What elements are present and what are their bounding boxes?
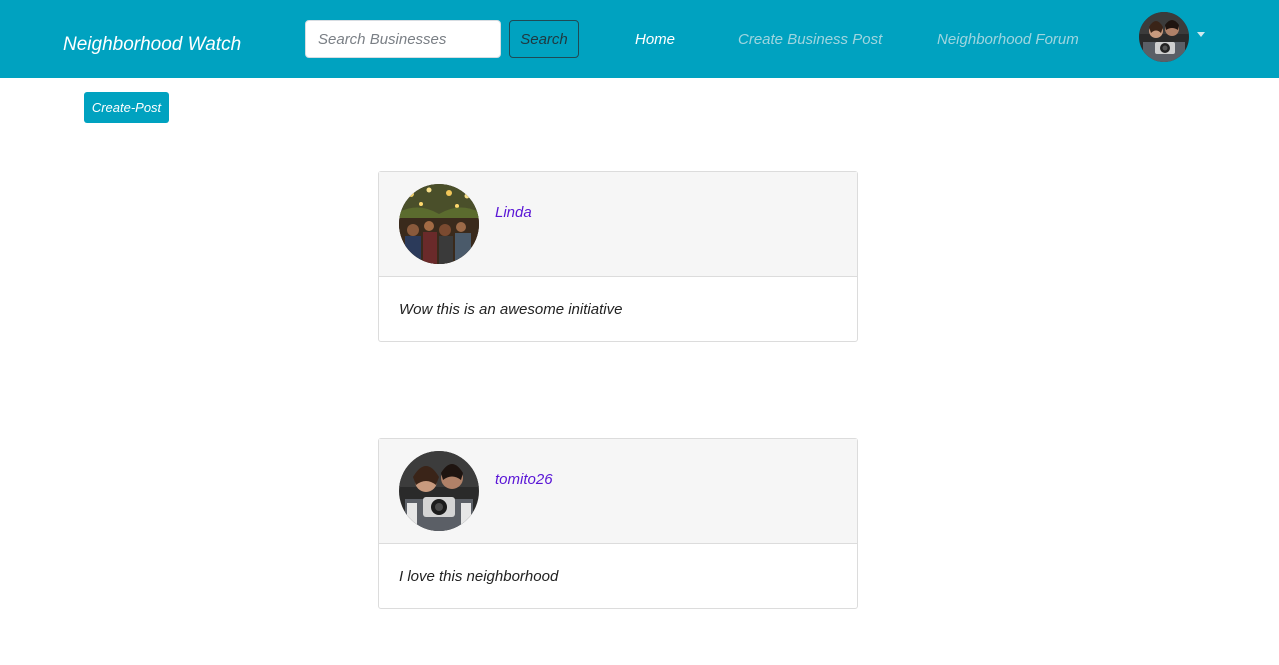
nav-link-neighborhood-forum[interactable]: Neighborhood Forum xyxy=(937,31,1079,48)
post-username[interactable]: tomito26 xyxy=(495,471,553,488)
search-input[interactable] xyxy=(305,20,501,58)
post-text: Wow this is an awesome initiative xyxy=(399,301,623,318)
brand-title[interactable]: Neighborhood Watch xyxy=(63,34,241,56)
nav-link-create-business-post[interactable]: Create Business Post xyxy=(738,31,882,48)
post-text: I love this neighborhood xyxy=(399,568,559,585)
search-button[interactable]: Search xyxy=(509,20,579,58)
navbar: Neighborhood Watch Search Home Create Bu… xyxy=(0,0,1279,78)
post-card: Linda Wow this is an awesome initiative xyxy=(378,171,858,342)
caret-down-icon[interactable] xyxy=(1197,32,1205,37)
user-avatar[interactable] xyxy=(1139,12,1189,62)
nav-link-home[interactable]: Home xyxy=(635,31,675,48)
create-post-button[interactable]: Create-Post xyxy=(84,92,169,123)
post-username[interactable]: Linda xyxy=(495,204,532,221)
user-avatar[interactable] xyxy=(399,184,479,264)
user-avatar[interactable] xyxy=(399,451,479,531)
post-header: tomito26 xyxy=(379,439,857,544)
post-card: tomito26 I love this neighborhood xyxy=(378,438,858,609)
post-header: Linda xyxy=(379,172,857,277)
